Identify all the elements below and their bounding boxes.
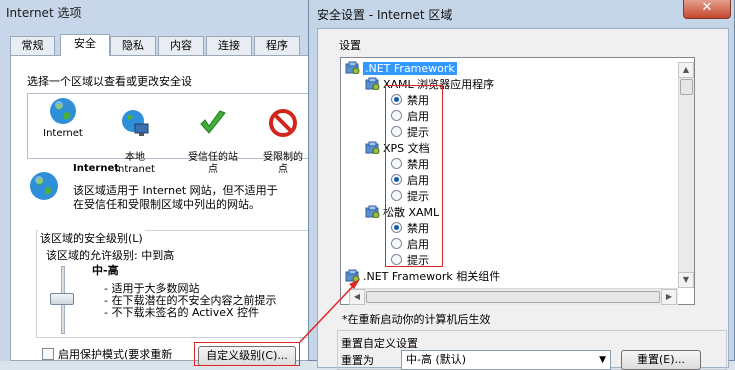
scroll-left-icon[interactable]: ◀ xyxy=(349,289,365,305)
internet-options-window: Internet 选项 常规 安全 隐私 内容 连接 程序 选择一个区域以查看或… xyxy=(0,0,315,366)
scroll-up-icon[interactable]: ▲ xyxy=(678,62,694,78)
security-level-title: 该区域的安全级别(L) xyxy=(38,230,145,246)
highlight-box xyxy=(194,342,300,366)
window-title: Internet 选项 xyxy=(6,6,82,20)
zone-name: Internet xyxy=(73,163,120,174)
protected-mode-checkbox[interactable]: 启用保护模式(要求重新 xyxy=(42,346,172,362)
checkmark-icon xyxy=(200,110,226,134)
tab-general[interactable]: 常规 xyxy=(10,36,55,55)
reset-button[interactable]: 重置(E)... xyxy=(621,350,701,370)
settings-label: 设置 xyxy=(339,39,361,52)
globe-icon xyxy=(30,172,58,200)
chevron-down-icon: ▼ xyxy=(599,355,606,365)
tab-programs[interactable]: 程序 xyxy=(254,36,300,55)
highlight-box xyxy=(385,85,443,267)
vertical-scroll-thumb[interactable] xyxy=(680,79,693,95)
allowed-levels-text: 该区域的允许级别: 中到高 xyxy=(46,249,175,262)
prohibited-icon xyxy=(269,109,297,137)
tree-category[interactable]: .NET Framework 相关组件 xyxy=(345,269,500,285)
settings-folder-icon xyxy=(365,77,380,90)
reset-group-title: 重置自定义设置 xyxy=(339,335,420,351)
security-settings-dialog: 安全设置 - Internet 区域 ✕ 设置 .NET Framework XA… xyxy=(308,0,735,370)
scroll-right-icon[interactable]: ▶ xyxy=(661,289,677,305)
level-bullet: - 不下载未签名的 ActiveX 控件 xyxy=(104,306,260,319)
zone-list: Internet 本地 Intranet 受信任的站 点 受限制的 点 xyxy=(27,93,315,175)
zone-trusted-sites[interactable]: 受信任的站 点 xyxy=(178,96,248,176)
level-slider-thumb[interactable] xyxy=(50,293,74,305)
vertical-scrollbar[interactable]: ▲ ▼ xyxy=(678,62,694,288)
dialog-title: 安全设置 - Internet 区域 xyxy=(317,8,453,22)
tree-category[interactable]: .NET Framework xyxy=(345,61,457,77)
settings-folder-icon xyxy=(365,205,380,218)
settings-folder-icon xyxy=(345,61,360,74)
globe-icon xyxy=(50,98,76,124)
settings-folder-icon xyxy=(365,141,380,154)
scroll-down-icon[interactable]: ▼ xyxy=(678,272,694,288)
intranet-globe-icon xyxy=(122,110,149,136)
zone-description-line-2: 在受信任和受限制区域中列出的网站。 xyxy=(73,198,260,211)
horizontal-scroll-thumb[interactable] xyxy=(366,291,660,303)
tab-connections[interactable]: 连接 xyxy=(206,36,252,55)
horizontal-scrollbar[interactable]: ◀ ▶ xyxy=(349,288,678,305)
restart-note: *在重新启动你的计算机后生效 xyxy=(342,313,491,326)
settings-folder-icon xyxy=(345,269,360,282)
close-button[interactable]: ✕ xyxy=(683,0,731,19)
tab-security[interactable]: 安全 xyxy=(60,34,110,56)
reset-to-label: 重置为 xyxy=(341,354,374,367)
level-name: 中-高 xyxy=(92,264,119,277)
tab-content[interactable]: 内容 xyxy=(158,36,204,55)
reset-level-dropdown[interactable]: 中-高 (默认) ▼ xyxy=(401,350,611,370)
tab-privacy[interactable]: 隐私 xyxy=(110,36,156,55)
zone-select-prompt: 选择一个区域以查看或更改安全设 xyxy=(27,75,192,88)
checkbox-box[interactable] xyxy=(42,348,54,360)
zone-internet[interactable]: Internet xyxy=(28,96,98,140)
